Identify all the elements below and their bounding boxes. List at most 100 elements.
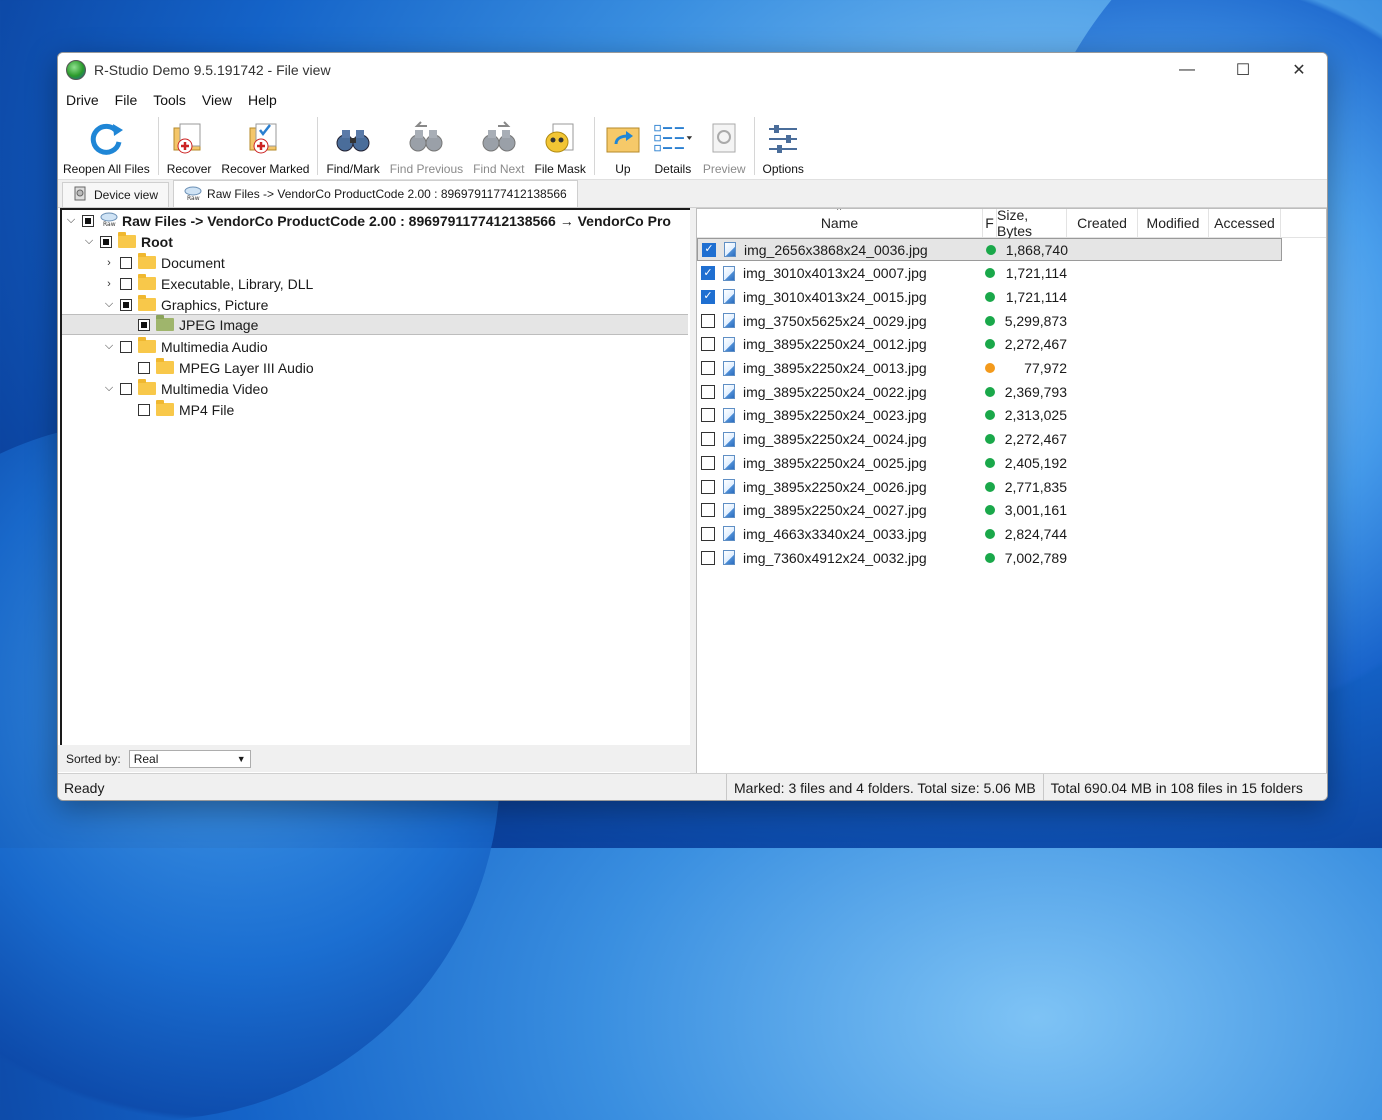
tree-checkbox[interactable] bbox=[120, 277, 132, 290]
close-button[interactable]: ✕ bbox=[1271, 53, 1327, 87]
tree-root-raw-files[interactable]: ⌵ Raw Raw Files -> VendorCo ProductCode … bbox=[64, 210, 671, 231]
file-mask-button[interactable]: File Mask bbox=[530, 115, 591, 179]
file-row[interactable]: img_3010x4013x24_0007.jpg 1,721,114 bbox=[697, 262, 1282, 285]
chevron-down-icon[interactable]: ⌵ bbox=[102, 298, 116, 311]
chevron-down-icon[interactable]: ⌵ bbox=[102, 340, 116, 353]
chevron-down-icon[interactable]: ⌵ bbox=[82, 235, 96, 248]
app-window: R-Studio Demo 9.5.191742 - File view — ☐… bbox=[57, 52, 1328, 801]
tree-item-multimedia-video[interactable]: ⌵ Multimedia Video bbox=[102, 378, 268, 399]
file-checkbox[interactable] bbox=[701, 526, 715, 541]
column-name[interactable]: ^ Name bbox=[697, 209, 983, 237]
column-size[interactable]: Size, Bytes bbox=[997, 209, 1067, 239]
chevron-down-icon[interactable]: ⌵ bbox=[64, 214, 78, 227]
tree-checkbox[interactable] bbox=[120, 256, 132, 269]
file-checkbox[interactable] bbox=[701, 289, 715, 304]
sort-dropdown[interactable]: Real ▼ bbox=[128, 749, 251, 768]
file-checkbox[interactable] bbox=[701, 503, 715, 518]
tree-item-graphics[interactable]: ⌵ Graphics, Picture bbox=[102, 294, 268, 315]
file-name: img_3010x4013x24_0015.jpg bbox=[743, 288, 927, 305]
tree-checkbox[interactable] bbox=[120, 340, 132, 353]
recover-button[interactable]: Recover bbox=[162, 115, 217, 179]
menu-tools[interactable]: Tools bbox=[145, 92, 194, 108]
file-row[interactable]: img_3895x2250x24_0022.jpg 2,369,793 bbox=[697, 380, 1282, 403]
folder-icon bbox=[138, 295, 156, 311]
find-previous-button[interactable]: Find Previous bbox=[385, 115, 468, 179]
toolbar-separator bbox=[317, 117, 319, 175]
file-checkbox[interactable] bbox=[701, 455, 715, 470]
minimize-button[interactable]: — bbox=[1159, 53, 1215, 87]
jpeg-file-icon bbox=[723, 265, 735, 281]
maximize-button[interactable]: ☐ bbox=[1215, 53, 1271, 87]
file-size: 2,313,025 bbox=[1004, 407, 1067, 424]
chevron-down-icon[interactable]: ⌵ bbox=[102, 382, 116, 395]
file-row[interactable]: img_2656x3868x24_0036.jpg 1,868,740 bbox=[697, 238, 1282, 261]
details-button[interactable]: Details bbox=[648, 115, 698, 179]
tree-item-mpeg-audio[interactable]: MPEG Layer III Audio bbox=[138, 357, 314, 378]
recover-folder-icon bbox=[169, 119, 209, 159]
jpeg-file-icon bbox=[723, 431, 735, 447]
file-checkbox[interactable] bbox=[701, 384, 715, 399]
tree-checkbox[interactable] bbox=[138, 318, 150, 331]
file-checkbox[interactable] bbox=[701, 432, 715, 447]
options-button[interactable]: Options bbox=[758, 115, 809, 179]
tree-checkbox[interactable] bbox=[120, 298, 132, 311]
file-row[interactable]: img_3750x5625x24_0029.jpg 5,299,873 bbox=[697, 309, 1282, 332]
file-row[interactable]: img_7360x4912x24_0032.jpg 7,002,789 bbox=[697, 546, 1282, 569]
file-checkbox[interactable] bbox=[702, 242, 716, 257]
tree-checkbox[interactable] bbox=[138, 403, 150, 416]
menu-drive[interactable]: Drive bbox=[58, 92, 107, 108]
tree-item-executable[interactable]: › Executable, Library, DLL bbox=[102, 273, 313, 294]
file-row[interactable]: img_3895x2250x24_0013.jpg 77,972 bbox=[697, 357, 1282, 380]
file-checkbox[interactable] bbox=[701, 408, 715, 423]
tree-item-mp4-file[interactable]: MP4 File bbox=[138, 399, 234, 420]
folder-up-icon bbox=[603, 119, 643, 159]
tab-raw-files[interactable]: Raw Raw Files -> VendorCo ProductCode 2.… bbox=[173, 180, 578, 207]
tree-item-jpeg-image[interactable]: JPEG Image bbox=[62, 314, 688, 335]
tree-checkbox[interactable] bbox=[100, 235, 112, 248]
file-row[interactable]: img_3895x2250x24_0025.jpg 2,405,192 bbox=[697, 451, 1282, 474]
jpeg-file-icon bbox=[723, 502, 735, 518]
tree-checkbox[interactable] bbox=[138, 361, 150, 374]
up-button[interactable]: Up bbox=[598, 115, 648, 179]
preview-button[interactable]: Preview bbox=[698, 115, 751, 179]
file-checkbox[interactable] bbox=[701, 313, 715, 328]
tree-item-root[interactable]: ⌵ Root bbox=[82, 231, 173, 252]
file-row[interactable]: img_3895x2250x24_0023.jpg 2,313,025 bbox=[697, 404, 1282, 427]
file-row[interactable]: img_4663x3340x24_0033.jpg 2,824,744 bbox=[697, 522, 1282, 545]
find-next-button[interactable]: Find Next bbox=[468, 115, 529, 179]
file-checkbox[interactable] bbox=[701, 479, 715, 494]
reopen-all-files-button[interactable]: Reopen All Files bbox=[58, 115, 155, 179]
file-size: 2,405,192 bbox=[1004, 454, 1067, 471]
recover-marked-button[interactable]: Recover Marked bbox=[216, 115, 314, 179]
jpeg-file-icon bbox=[723, 455, 735, 471]
file-checkbox[interactable] bbox=[701, 550, 715, 565]
tree-item-document[interactable]: › Document bbox=[102, 252, 225, 273]
file-size: 1,721,114 bbox=[1005, 265, 1067, 282]
find-mark-button[interactable]: Find/Mark bbox=[321, 115, 384, 179]
column-modified[interactable]: Modified bbox=[1138, 209, 1209, 237]
sort-label: Sorted by: bbox=[66, 751, 121, 766]
file-row[interactable]: img_3895x2250x24_0026.jpg 2,771,835 bbox=[697, 475, 1282, 498]
tree-item-multimedia-audio[interactable]: ⌵ Multimedia Audio bbox=[102, 336, 268, 357]
menu-help[interactable]: Help bbox=[240, 92, 285, 108]
file-checkbox[interactable] bbox=[701, 266, 715, 281]
file-size: 7,002,789 bbox=[1004, 549, 1067, 566]
file-checkbox[interactable] bbox=[701, 337, 715, 352]
menu-bar: Drive File Tools View Help bbox=[58, 87, 1327, 113]
file-row[interactable]: img_3010x4013x24_0015.jpg 1,721,114 bbox=[697, 285, 1282, 308]
tree-checkbox[interactable] bbox=[120, 382, 132, 395]
tab-device-view[interactable]: Device view bbox=[62, 182, 170, 207]
file-row[interactable]: img_3895x2250x24_0012.jpg 2,272,467 bbox=[697, 333, 1282, 356]
chevron-right-icon[interactable]: › bbox=[102, 278, 116, 290]
menu-file[interactable]: File bbox=[107, 92, 146, 108]
menu-view[interactable]: View bbox=[194, 92, 240, 108]
column-flag[interactable]: F bbox=[983, 209, 997, 237]
tree-checkbox[interactable] bbox=[82, 214, 94, 227]
jpeg-file-icon bbox=[723, 360, 735, 376]
column-accessed[interactable]: Accessed bbox=[1209, 209, 1281, 237]
chevron-right-icon[interactable]: › bbox=[102, 257, 116, 269]
file-row[interactable]: img_3895x2250x24_0027.jpg 3,001,161 bbox=[697, 499, 1282, 522]
column-created[interactable]: Created bbox=[1067, 209, 1138, 237]
file-checkbox[interactable] bbox=[701, 361, 715, 375]
file-row[interactable]: img_3895x2250x24_0024.jpg 2,272,467 bbox=[697, 428, 1282, 451]
